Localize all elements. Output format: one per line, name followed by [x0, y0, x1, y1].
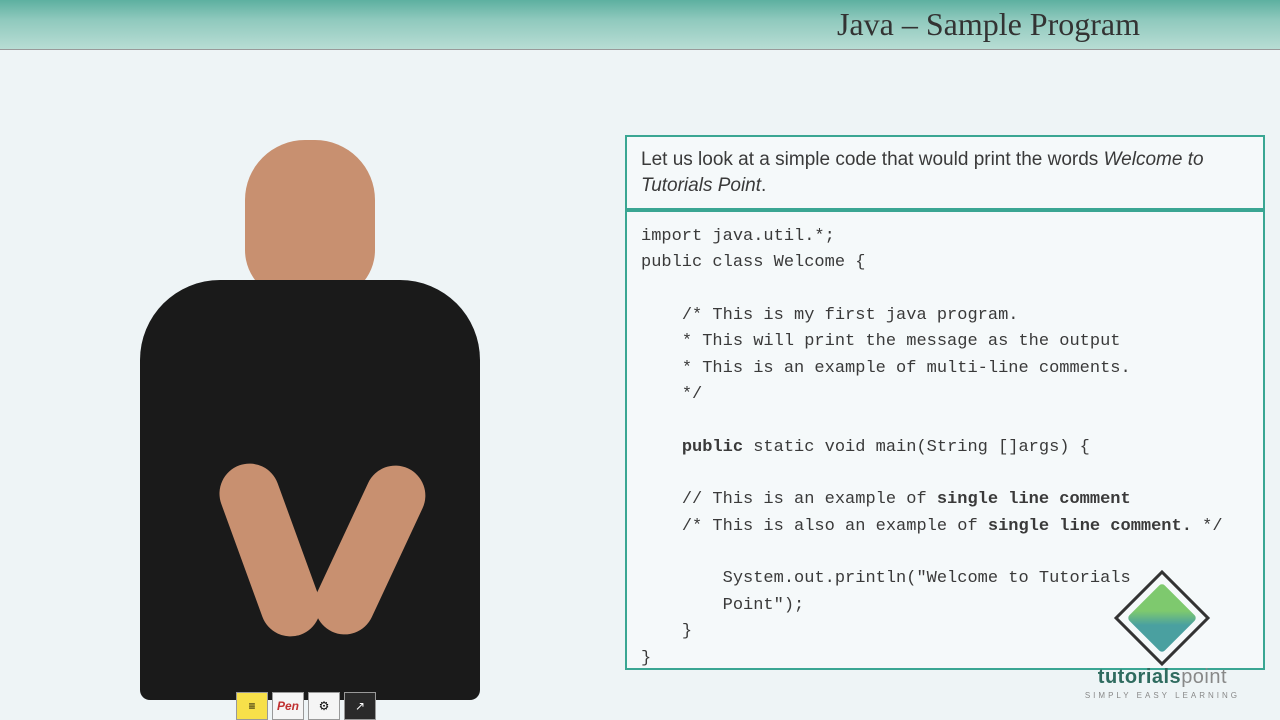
intro-text-box: Let us look at a simple code that would … [625, 135, 1265, 210]
logo-icon [1114, 570, 1210, 666]
intro-text-after: . [761, 175, 766, 196]
tool-menu[interactable]: ≡ [236, 692, 268, 720]
annotation-toolbar: ≡ Pen ⚙ ↗ [236, 692, 376, 720]
presenter-figure [130, 110, 490, 720]
tool-pointer[interactable]: ↗ [344, 692, 376, 720]
logo-tagline: SIMPLY EASY LEARNING [1085, 691, 1240, 700]
brand-logo: tutorialspoint SIMPLY EASY LEARNING [1085, 584, 1240, 700]
whiteboard-area: Let us look at a simple code that would … [0, 50, 1280, 720]
tool-pen[interactable]: Pen [272, 692, 304, 720]
tool-settings[interactable]: ⚙ [308, 692, 340, 720]
intro-text-before: Let us look at a simple code that would … [641, 149, 1104, 170]
header-bar: Java – Sample Program [0, 0, 1280, 50]
page-title: Java – Sample Program [837, 6, 1140, 43]
logo-text: tutorialspoint [1085, 666, 1240, 689]
